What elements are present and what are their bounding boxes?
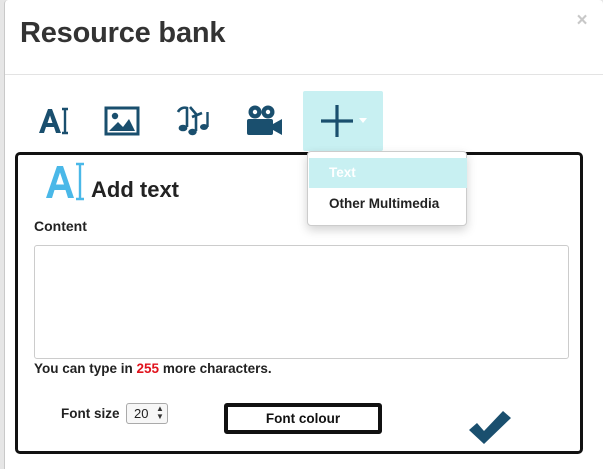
char-count-suffix: more characters. — [162, 361, 272, 376]
checkmark-icon — [469, 411, 511, 444]
font-size-label: Font size — [61, 406, 120, 421]
font-size-select[interactable]: 20 ▲ ▼ — [126, 403, 168, 424]
text-cursor-icon — [46, 162, 84, 201]
font-size-value: 20 — [134, 406, 149, 421]
video-resource-button[interactable] — [236, 91, 292, 151]
text-cursor-icon — [39, 107, 68, 135]
add-resource-dropdown-menu: Text Other Multimedia — [307, 151, 467, 226]
add-resource-dropdown-button[interactable] — [303, 91, 383, 151]
char-count-remaining: 255 — [136, 361, 160, 376]
font-colour-button[interactable]: Font colour — [224, 403, 382, 434]
dropdown-item-text[interactable]: Text — [309, 158, 467, 188]
music-notes-icon — [176, 106, 209, 136]
caret-down-icon — [359, 118, 367, 123]
plus-icon — [321, 105, 353, 137]
panel-text-icon — [43, 162, 89, 207]
panel-title: Add text — [91, 177, 179, 202]
character-count-text: You can type in 255 more characters. — [34, 361, 272, 376]
close-button[interactable]: × — [574, 10, 590, 32]
content-label: Content — [34, 218, 87, 234]
text-resource-button[interactable] — [26, 91, 82, 151]
char-count-prefix: You can type in — [34, 361, 133, 376]
dropdown-item-other-multimedia[interactable]: Other Multimedia — [309, 189, 467, 219]
confirm-button[interactable] — [465, 408, 513, 451]
modal-header: Resource bank × — [5, 0, 603, 75]
image-resource-button[interactable] — [94, 91, 150, 151]
content-textarea[interactable] — [34, 245, 569, 359]
image-icon — [104, 106, 140, 136]
video-camera-icon — [247, 105, 282, 135]
modal-title: Resource bank — [20, 17, 226, 49]
add-text-panel: Add text Content You can type in 255 mor… — [15, 152, 583, 454]
stepper-arrows-icon: ▲ ▼ — [156, 404, 164, 421]
audio-resource-button[interactable] — [164, 91, 220, 151]
